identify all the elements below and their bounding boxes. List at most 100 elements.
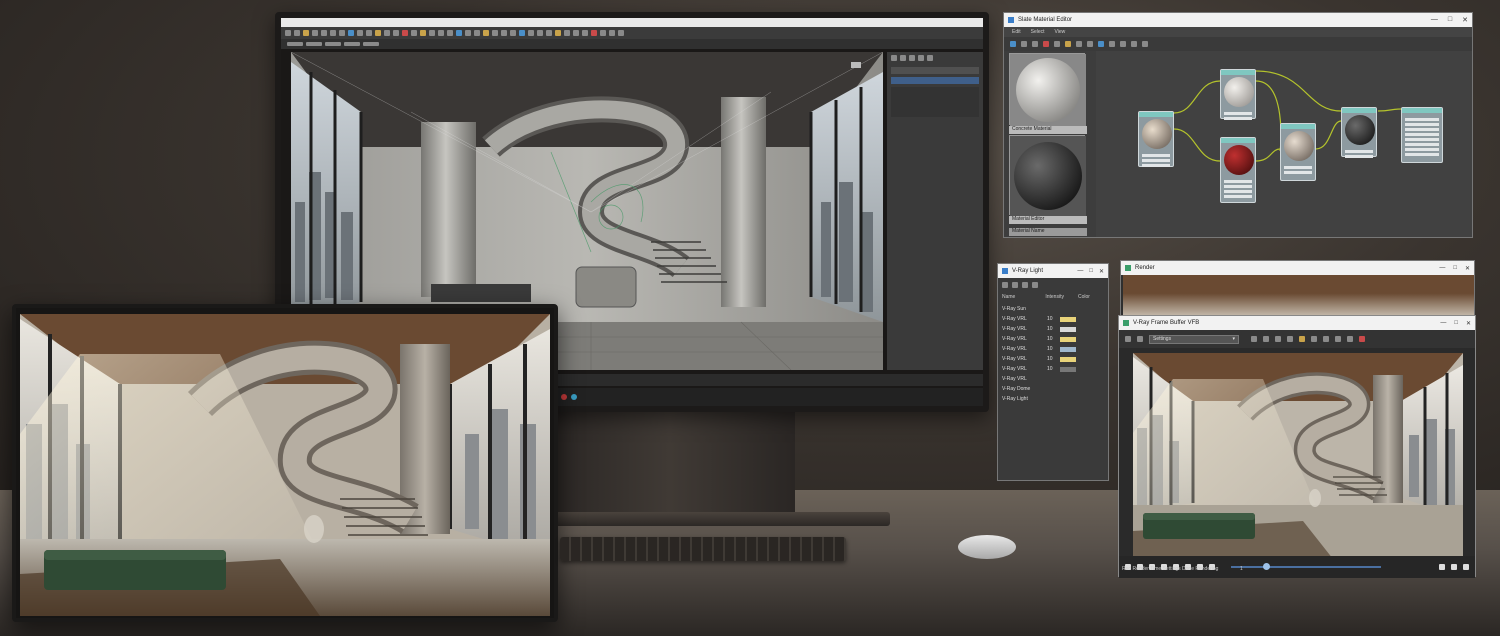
tool-icon[interactable] — [573, 30, 579, 36]
light-intensity[interactable]: 10 — [1047, 356, 1057, 362]
light-color-swatch[interactable] — [1060, 356, 1076, 362]
display-tab-icon[interactable] — [927, 55, 933, 61]
tool-icon[interactable] — [537, 30, 543, 36]
ribbon-tab[interactable] — [287, 42, 303, 46]
tool-icon[interactable] — [465, 30, 471, 36]
light-row[interactable]: V-Ray VRL 10 — [998, 334, 1108, 344]
material-name-field[interactable]: Material Name — [1009, 228, 1087, 236]
light-color-swatch[interactable] — [1060, 346, 1076, 352]
tool-icon[interactable] — [1335, 336, 1341, 342]
layout-icon[interactable] — [1054, 41, 1060, 47]
light-color-swatch[interactable] — [1060, 366, 1076, 372]
menu-item-view[interactable]: View — [1055, 29, 1066, 35]
modifier-stack[interactable] — [891, 87, 979, 117]
node-graph-view[interactable] — [1096, 51, 1472, 237]
mirror-icon[interactable] — [357, 30, 363, 36]
output-node[interactable] — [1401, 107, 1443, 163]
tool-icon[interactable] — [1131, 41, 1137, 47]
tool-icon[interactable] — [546, 30, 552, 36]
material-slot-concrete[interactable] — [1009, 53, 1086, 126]
tool-icon[interactable] — [1076, 41, 1082, 47]
minimize-icon[interactable]: — — [1077, 268, 1083, 275]
exposure-slider[interactable] — [1231, 563, 1381, 570]
modifier-stack-item[interactable] — [891, 77, 979, 84]
light-row[interactable]: V-Ray Light — [998, 394, 1108, 404]
tool-icon[interactable] — [564, 30, 570, 36]
schematic-icon[interactable] — [393, 30, 399, 36]
lens-effects-icon[interactable] — [1299, 336, 1305, 342]
tool-icon[interactable] — [510, 30, 516, 36]
app-icon[interactable] — [561, 394, 567, 400]
tool-icon[interactable] — [447, 30, 453, 36]
minimize-icon[interactable]: — — [1440, 320, 1446, 327]
vfb-render-image[interactable] — [1133, 353, 1463, 559]
tool-icon[interactable] — [1142, 41, 1148, 47]
background-icon[interactable] — [1065, 41, 1071, 47]
maximize-icon[interactable]: □ — [1089, 268, 1093, 275]
light-intensity[interactable]: 10 — [1047, 316, 1057, 322]
undo-icon[interactable] — [285, 30, 291, 36]
redo-icon[interactable] — [294, 30, 300, 36]
tool-icon[interactable] — [1323, 336, 1329, 342]
tool-icon[interactable] — [1287, 336, 1293, 342]
render-setup-icon[interactable] — [411, 30, 417, 36]
tool-icon[interactable] — [1311, 336, 1317, 342]
tool-icon[interactable] — [1098, 41, 1104, 47]
light-row[interactable]: V-Ray VRL 10 — [998, 314, 1108, 324]
link-icon[interactable] — [303, 30, 309, 36]
pick-material-icon[interactable] — [1010, 41, 1016, 47]
maximize-icon[interactable]: □ — [1454, 320, 1458, 327]
light-row[interactable]: V-Ray Sun — [998, 304, 1108, 314]
refresh-icon[interactable] — [1002, 282, 1008, 288]
layer-icon[interactable] — [375, 30, 381, 36]
maximize-icon[interactable]: □ — [1453, 265, 1457, 272]
material-editor-icon[interactable] — [402, 30, 408, 36]
light-intensity[interactable]: 10 — [1047, 336, 1057, 342]
tool-icon[interactable] — [600, 30, 606, 36]
delete-icon[interactable] — [1032, 41, 1038, 47]
light-color-swatch[interactable] — [1060, 307, 1076, 312]
ribbon-tab[interactable] — [344, 42, 360, 46]
tool-icon[interactable] — [492, 30, 498, 36]
curve-editor-icon[interactable] — [384, 30, 390, 36]
menu-item-edit[interactable]: Edit — [1012, 29, 1021, 35]
motion-tab-icon[interactable] — [918, 55, 924, 61]
scale-icon[interactable] — [339, 30, 345, 36]
modify-tab-icon[interactable] — [900, 55, 906, 61]
render-stop-icon[interactable] — [1359, 336, 1365, 342]
light-row[interactable]: V-Ray VRL 10 — [998, 344, 1108, 354]
tool-icon[interactable] — [1022, 282, 1028, 288]
tool-icon[interactable] — [456, 30, 462, 36]
tool-icon[interactable] — [528, 30, 534, 36]
light-row[interactable]: V-Ray Dome — [998, 384, 1108, 394]
assign-icon[interactable] — [1021, 41, 1027, 47]
tool-icon[interactable] — [1451, 564, 1457, 570]
light-row[interactable]: V-Ray VRL 10 — [998, 354, 1108, 364]
close-icon[interactable]: ✕ — [1466, 320, 1471, 327]
save-icon[interactable] — [1137, 336, 1143, 342]
snap-icon[interactable] — [348, 30, 354, 36]
light-color-swatch[interactable] — [1060, 336, 1076, 342]
hierarchy-tab-icon[interactable] — [909, 55, 915, 61]
tool-icon[interactable] — [1263, 336, 1269, 342]
vray-material-node[interactable] — [1341, 107, 1377, 158]
slider-handle[interactable] — [1263, 563, 1270, 570]
blend-node[interactable] — [1280, 123, 1316, 181]
rotate-icon[interactable] — [330, 30, 336, 36]
tool-icon[interactable] — [1347, 336, 1353, 342]
rgb-channel-icon[interactable] — [1125, 336, 1131, 342]
tool-icon[interactable] — [1109, 41, 1115, 47]
tool-icon[interactable] — [483, 30, 489, 36]
tool-icon[interactable] — [438, 30, 444, 36]
tool-icon[interactable] — [591, 30, 597, 36]
ribbon-tab[interactable] — [325, 42, 341, 46]
light-intensity[interactable]: 10 — [1047, 346, 1057, 352]
material-node[interactable] — [1138, 111, 1174, 167]
region-render-icon[interactable] — [1251, 336, 1257, 342]
close-icon[interactable]: ✕ — [1462, 16, 1468, 24]
light-row[interactable]: V-Ray VRL 10 — [998, 364, 1108, 374]
tool-icon[interactable] — [555, 30, 561, 36]
app-icon[interactable] — [571, 394, 577, 400]
tool-icon[interactable] — [1463, 564, 1469, 570]
render-frame-icon[interactable] — [420, 30, 426, 36]
